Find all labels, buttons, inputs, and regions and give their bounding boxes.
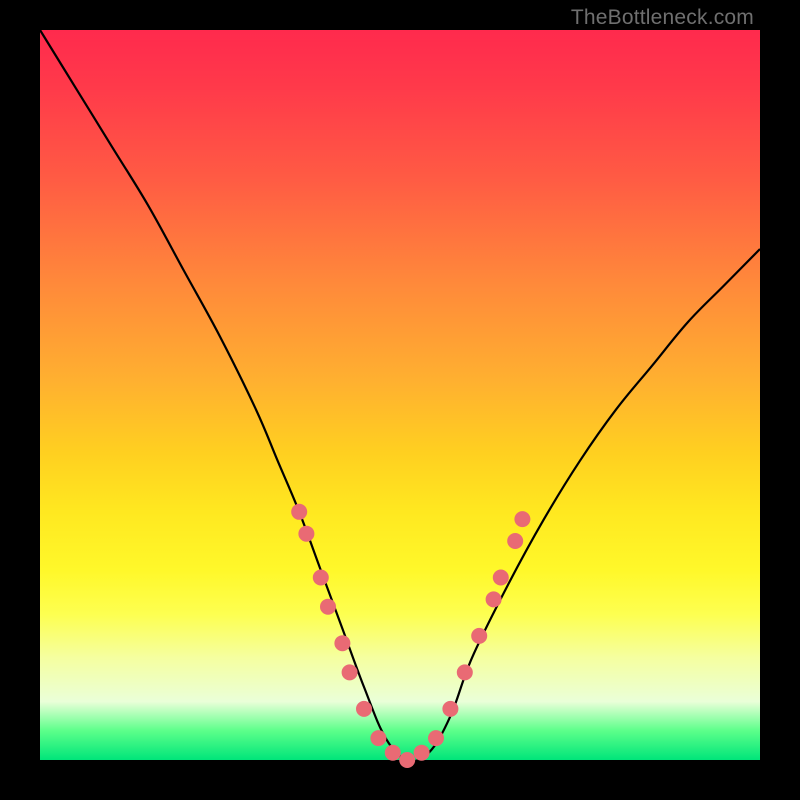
- marker-point: [457, 664, 473, 680]
- marker-point: [298, 526, 314, 542]
- marker-point: [356, 701, 372, 717]
- watermark-text: TheBottleneck.com: [571, 6, 754, 30]
- bottleneck-curve: [40, 30, 760, 761]
- marker-point: [370, 730, 386, 746]
- marker-point: [428, 730, 444, 746]
- highlight-points: [291, 504, 530, 768]
- marker-point: [493, 570, 509, 586]
- marker-point: [486, 591, 502, 607]
- marker-point: [399, 752, 415, 768]
- chart-svg: [40, 30, 760, 760]
- marker-point: [471, 628, 487, 644]
- marker-point: [313, 570, 329, 586]
- marker-point: [507, 533, 523, 549]
- marker-point: [334, 635, 350, 651]
- marker-point: [385, 745, 401, 761]
- marker-point: [291, 504, 307, 520]
- plot-area: [40, 30, 760, 760]
- marker-point: [414, 745, 430, 761]
- marker-point: [514, 511, 530, 527]
- marker-point: [320, 599, 336, 615]
- marker-point: [342, 664, 358, 680]
- chart-frame: TheBottleneck.com: [0, 0, 800, 800]
- marker-point: [442, 701, 458, 717]
